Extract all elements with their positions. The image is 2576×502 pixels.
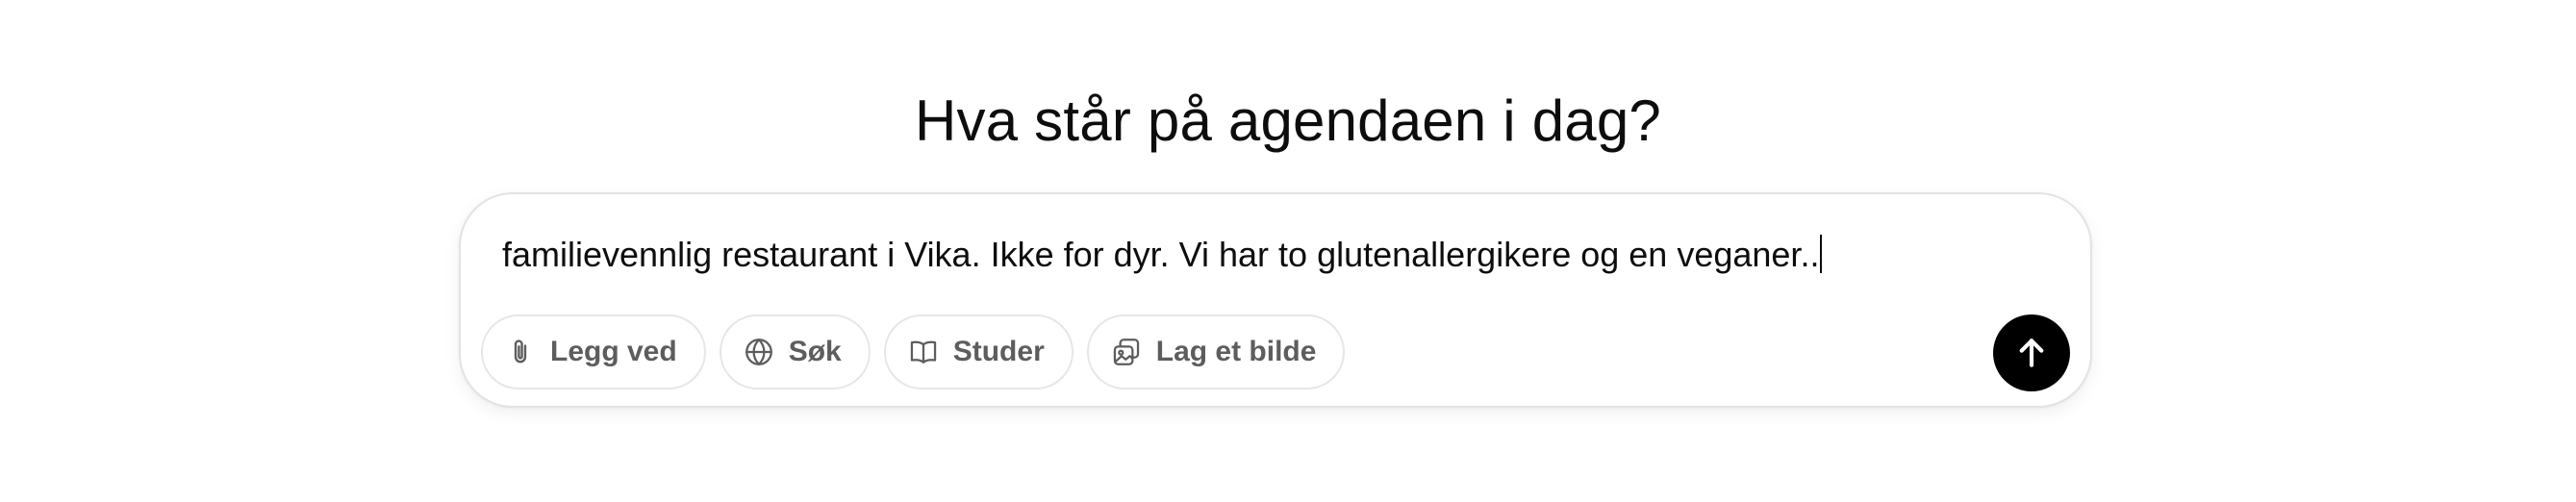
attach-button[interactable]: Legg ved <box>481 314 706 389</box>
search-button-label: Søk <box>788 336 842 367</box>
study-button-label: Studer <box>952 336 1045 367</box>
globe-icon <box>743 336 775 368</box>
attach-button-label: Legg ved <box>550 336 677 367</box>
text-caret <box>1820 235 1823 273</box>
study-button[interactable]: Studer <box>883 314 1073 389</box>
create-image-button[interactable]: Lag et bilde <box>1086 314 1346 389</box>
prompt-composer[interactable]: familievennlig restaurant i Vika. Ikke f… <box>459 192 2092 408</box>
create-image-button-label: Lag et bilde <box>1155 336 1317 367</box>
prompt-input-text: familievennlig restaurant i Vika. Ikke f… <box>502 235 1820 274</box>
arrow-up-icon <box>2013 335 2050 371</box>
page-title: Hva står på agendaen i dag? <box>915 88 1661 154</box>
book-icon <box>907 336 940 368</box>
send-button[interactable] <box>1993 314 2070 391</box>
composer-toolbar: Legg ved Søk Studer Lag et bilde <box>481 314 1346 389</box>
paperclip-icon <box>504 336 537 368</box>
prompt-input[interactable]: familievennlig restaurant i Vika. Ikke f… <box>502 233 1823 277</box>
image-icon <box>1110 336 1143 368</box>
search-button[interactable]: Søk <box>719 314 871 389</box>
page: Hva står på agendaen i dag? familievennl… <box>0 0 2576 502</box>
